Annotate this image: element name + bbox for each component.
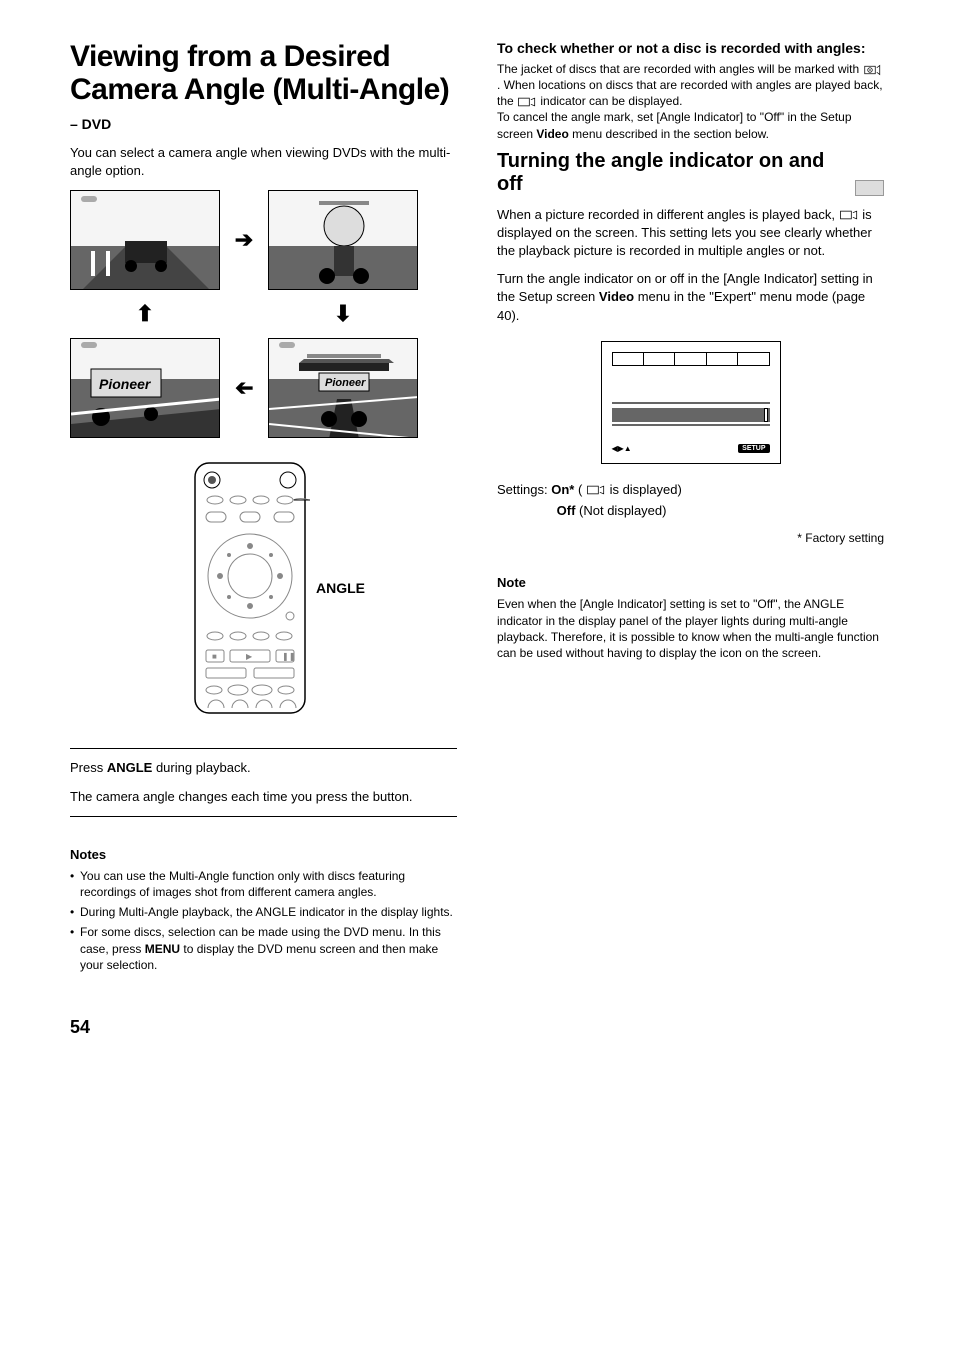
para1: When a picture recorded in different ang… [497,206,884,261]
para2: Turn the angle indicator on or off in th… [497,270,884,325]
angle-frame-4: Pioneer [70,338,220,438]
note-item: For some discs, selection can be made us… [70,924,457,973]
svg-text:❚❚: ❚❚ [282,652,295,661]
multi-angle-mark-icon [863,64,883,76]
remote-control-illustration: ■ ▶ ❚❚ [190,458,310,718]
angle-frame-1 [70,190,220,290]
page-number: 54 [70,1017,884,1038]
notes-heading: Notes [70,847,457,862]
settings-block: Settings: On* ( is displayed) Off (Not d… [497,480,884,522]
arrow-right-icon: ➔ [235,227,253,253]
settings-on-paren: ( [578,482,582,497]
video-bold-1: Video [536,127,568,141]
nav-triangles-icon: ◀▶▲ [612,444,632,453]
check-text-1: The jacket of discs that are recorded wi… [497,62,863,76]
settings-off-desc: (Not displayed) [579,503,666,518]
para1-a: When a picture recorded in different ang… [497,207,839,222]
check-heading: To check whether or not a disc is record… [497,40,884,57]
intro-text: You can select a camera angle when viewi… [70,144,457,180]
factory-setting-note: * Factory setting [497,531,884,545]
press-post: during playback. [152,760,250,775]
svg-text:▶: ▶ [246,652,253,661]
instruction-box: Press ANGLE during playback. The camera … [70,748,457,816]
svg-text:■: ■ [212,652,217,661]
check-text-5: menu described in the section below. [569,127,769,141]
press-bold: ANGLE [107,760,153,775]
check-text-3: indicator can be displayed. [540,94,682,108]
arrow-left-icon: ➔ [235,375,253,401]
remote-button-label: ANGLE [316,580,365,596]
note-heading-right: Note [497,575,884,590]
arrow-up-icon: ⬆ [136,301,154,327]
h2-text: Turning the angle indicator on and off [497,150,845,196]
note-item: During Multi-Angle playback, the ANGLE i… [70,904,457,920]
arrow-down-icon: ⬇ [334,301,352,327]
note-body-right: Even when the [Angle Indicator] setting … [497,596,884,661]
press-angle-line: Press ANGLE during playback. [70,759,457,777]
settings-on-desc: is displayed) [610,482,682,497]
settings-off: Off [557,503,576,518]
angle-frame-3: Pioneer [268,338,418,438]
svg-text:Pioneer: Pioneer [325,377,366,389]
page-title: Viewing from a Desired Camera Angle (Mul… [70,40,457,106]
settings-on: On* [551,482,574,497]
camera-angle-illustration: ➔ ⬆ ⬇ [70,190,457,718]
svg-text:Pioneer: Pioneer [99,376,152,392]
angle-indicator-icon [517,96,537,108]
press-pre: Press [70,760,107,775]
check-body: The jacket of discs that are recorded wi… [497,61,884,142]
angle-indicator-icon [586,484,606,496]
result-line: The camera angle changes each time you p… [70,788,457,806]
turning-heading: Turning the angle indicator on and off [497,150,884,196]
setup-screen-illustration: ◀▶▲ SETUP [601,341,781,464]
video-bold-2: Video [599,289,634,304]
menu-bold: MENU [145,942,180,956]
notes-list: You can use the Multi-Angle function onl… [70,868,457,973]
dvd-label: – DVD [70,116,457,132]
angle-indicator-icon [839,209,859,221]
settings-label: Settings: [497,482,548,497]
note-item: You can use the Multi-Angle function onl… [70,868,457,900]
setup-pill: SETUP [738,444,769,453]
expert-icon [855,180,884,196]
angle-frame-2 [268,190,418,290]
